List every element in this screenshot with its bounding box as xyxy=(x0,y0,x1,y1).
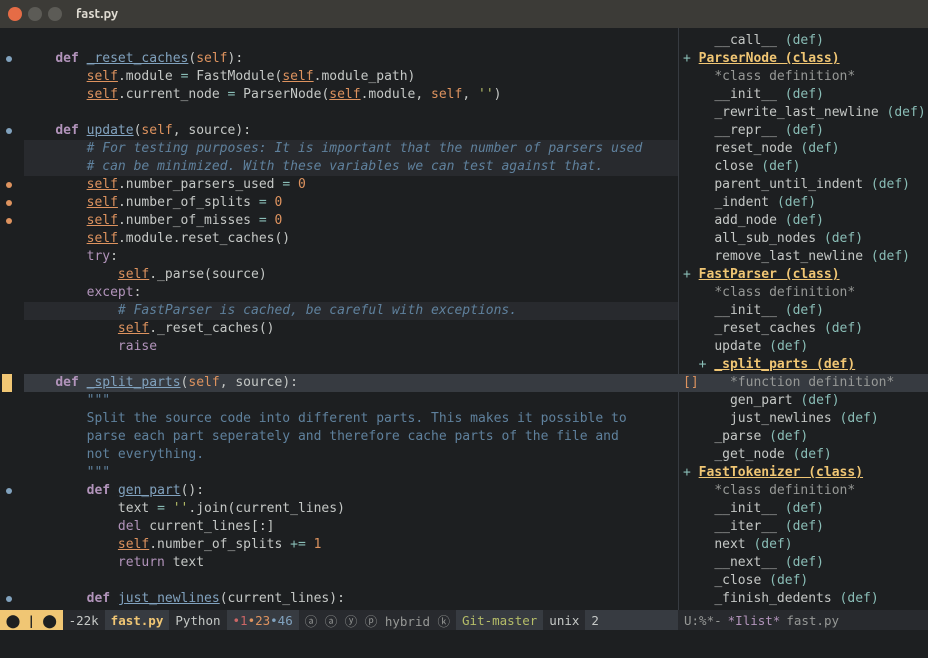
outline-item[interactable]: reset_node (def) xyxy=(679,140,928,158)
outline-item[interactable]: [] *function definition* xyxy=(679,374,928,392)
gutter-marker[interactable] xyxy=(6,200,12,206)
modeline-vc: Git-master xyxy=(456,610,543,630)
code-line[interactable]: self.number_of_misses = 0 xyxy=(24,212,678,230)
outline-item[interactable]: _finish_dedents (def) xyxy=(679,590,928,608)
outline-item[interactable]: + FastParser (class) xyxy=(679,266,928,284)
modeline-right-buffer: *Ilist* xyxy=(728,613,781,628)
outline-item[interactable]: _rewrite_last_newline (def) xyxy=(679,104,928,122)
code-line[interactable]: return text xyxy=(24,554,678,572)
outline-item[interactable]: __call__ (def) xyxy=(679,32,928,50)
code-line[interactable]: # can be minimized. With these variables… xyxy=(24,158,678,176)
outline-item[interactable]: + FastTokenizer (class) xyxy=(679,464,928,482)
code-line[interactable]: text = ''.join(current_lines) xyxy=(24,500,678,518)
window-close-button[interactable] xyxy=(8,7,22,21)
cursor-marker xyxy=(2,374,12,392)
minibuffer[interactable] xyxy=(0,630,928,658)
outline-item[interactable]: _parse (def) xyxy=(679,428,928,446)
outline-item[interactable]: parent_until_indent (def) xyxy=(679,176,928,194)
outline-item[interactable]: + _split_parts (def) xyxy=(679,356,928,374)
modeline-filename: fast.py xyxy=(105,610,170,630)
code-line[interactable]: del current_lines[:] xyxy=(24,518,678,536)
outline-item[interactable]: __next__ (def) xyxy=(679,554,928,572)
window-maximize-button[interactable] xyxy=(48,7,62,21)
code-line[interactable]: self.module.reset_caches() xyxy=(24,230,678,248)
code-line[interactable]: # For testing purposes: It is important … xyxy=(24,140,678,158)
code-line[interactable]: Split the source code into different par… xyxy=(24,410,678,428)
outline-item[interactable]: *class definition* xyxy=(679,284,928,302)
code-line[interactable]: """ xyxy=(24,464,678,482)
code-line[interactable]: self.current_node = ParserNode(self.modu… xyxy=(24,86,678,104)
gutter-marker[interactable] xyxy=(6,596,12,602)
code-line[interactable]: self._reset_caches() xyxy=(24,320,678,338)
code-line[interactable] xyxy=(24,356,678,374)
outline-pane[interactable]: __call__ (def)+ ParserNode (class) *clas… xyxy=(678,28,928,610)
outline-item[interactable]: __init__ (def) xyxy=(679,500,928,518)
window-minimize-button[interactable] xyxy=(28,7,42,21)
code-line[interactable]: self.number_of_splits = 0 xyxy=(24,194,678,212)
editor-main: def _reset_caches(self): self.module = F… xyxy=(0,28,928,610)
gutter-marker[interactable] xyxy=(6,488,12,494)
outline-item[interactable]: gen_part (def) xyxy=(679,392,928,410)
outline-item[interactable]: all_sub_nodes (def) xyxy=(679,230,928,248)
outline-item[interactable]: + ParserNode (class) xyxy=(679,50,928,68)
code-area[interactable]: def _reset_caches(self): self.module = F… xyxy=(24,28,678,610)
code-line[interactable]: def just_newlines(current_lines): xyxy=(24,590,678,608)
code-line[interactable]: # FastParser is cached, be careful with … xyxy=(24,302,678,320)
code-line[interactable]: parse each part seperately and therefore… xyxy=(24,428,678,446)
modeline-row: ⬤ | ⬤ - 22k fast.py Python •1 •23 •46 ⓐ … xyxy=(0,610,928,630)
modeline-right-state: U:%*- xyxy=(678,610,728,630)
code-line[interactable]: def gen_part(): xyxy=(24,482,678,500)
code-line[interactable] xyxy=(24,104,678,122)
outline-item[interactable]: __init__ (def) xyxy=(679,302,928,320)
outline-item[interactable]: just_newlines (def) xyxy=(679,410,928,428)
gutter-marker[interactable] xyxy=(6,128,12,134)
code-line[interactable]: self.module = FastModule(self.module_pat… xyxy=(24,68,678,86)
code-line[interactable]: def _reset_caches(self): xyxy=(24,50,678,68)
window-titlebar: fast.py xyxy=(0,0,928,28)
code-line[interactable]: """ xyxy=(24,392,678,410)
outline-item[interactable]: *class definition* xyxy=(679,68,928,86)
outline-item[interactable]: remove_last_newline (def) xyxy=(679,248,928,266)
modeline-major-mode: Python xyxy=(169,610,226,630)
editor-gutter[interactable] xyxy=(0,28,24,610)
outline-item[interactable]: close (def) xyxy=(679,158,928,176)
outline-item[interactable]: _close (def) xyxy=(679,572,928,590)
outline-item[interactable]: next (def) xyxy=(679,536,928,554)
window-title: fast.py xyxy=(76,7,118,21)
outline-item[interactable]: _get_node (def) xyxy=(679,446,928,464)
modeline-encoding: unix xyxy=(543,610,585,630)
outline-item[interactable]: __iter__ (def) xyxy=(679,518,928,536)
outline-item[interactable]: __repr__ (def) xyxy=(679,122,928,140)
modeline-left[interactable]: ⬤ | ⬤ - 22k fast.py Python •1 •23 •46 ⓐ … xyxy=(0,610,678,630)
modeline-position: 2 xyxy=(585,610,605,630)
outline-item[interactable]: _reset_caches (def) xyxy=(679,320,928,338)
modeline-indicator: ⬤ | ⬤ xyxy=(0,610,63,630)
code-line[interactable]: self.number_parsers_used = 0 xyxy=(24,176,678,194)
gutter-marker[interactable] xyxy=(6,218,12,224)
code-line[interactable]: self._parse(source) xyxy=(24,266,678,284)
modeline-flycheck: •1 •23 •46 xyxy=(227,610,299,630)
modeline-right[interactable]: U:%*- *Ilist* fast.py xyxy=(678,610,928,630)
code-line[interactable]: def update(self, source): xyxy=(24,122,678,140)
gutter-marker[interactable] xyxy=(6,56,12,62)
code-line[interactable]: self.number_of_splits += 1 xyxy=(24,536,678,554)
outline-item[interactable]: add_node (def) xyxy=(679,212,928,230)
code-line[interactable] xyxy=(24,572,678,590)
code-line[interactable] xyxy=(24,32,678,50)
code-line[interactable]: for line in current_lines: xyxy=(24,608,678,610)
gutter-marker[interactable] xyxy=(6,182,12,188)
code-line[interactable]: raise xyxy=(24,338,678,356)
outline-item[interactable]: __init__ (def) xyxy=(679,86,928,104)
code-line[interactable]: try: xyxy=(24,248,678,266)
code-editor-pane[interactable]: def _reset_caches(self): self.module = F… xyxy=(0,28,678,610)
modeline-modified: - 22k xyxy=(63,610,105,630)
outline-item[interactable]: *class definition* xyxy=(679,482,928,500)
modeline-minor-modes: ⓐ ⓐ ⓨ ⓟ hybrid ⓚ xyxy=(299,610,456,630)
code-line[interactable]: def _split_parts(self, source): xyxy=(24,374,678,392)
modeline-right-file: fast.py xyxy=(780,610,845,630)
code-line[interactable]: not everything. xyxy=(24,446,678,464)
outline-item[interactable]: _indent (def) xyxy=(679,194,928,212)
code-line[interactable]: except: xyxy=(24,284,678,302)
outline-item[interactable]: update (def) xyxy=(679,338,928,356)
